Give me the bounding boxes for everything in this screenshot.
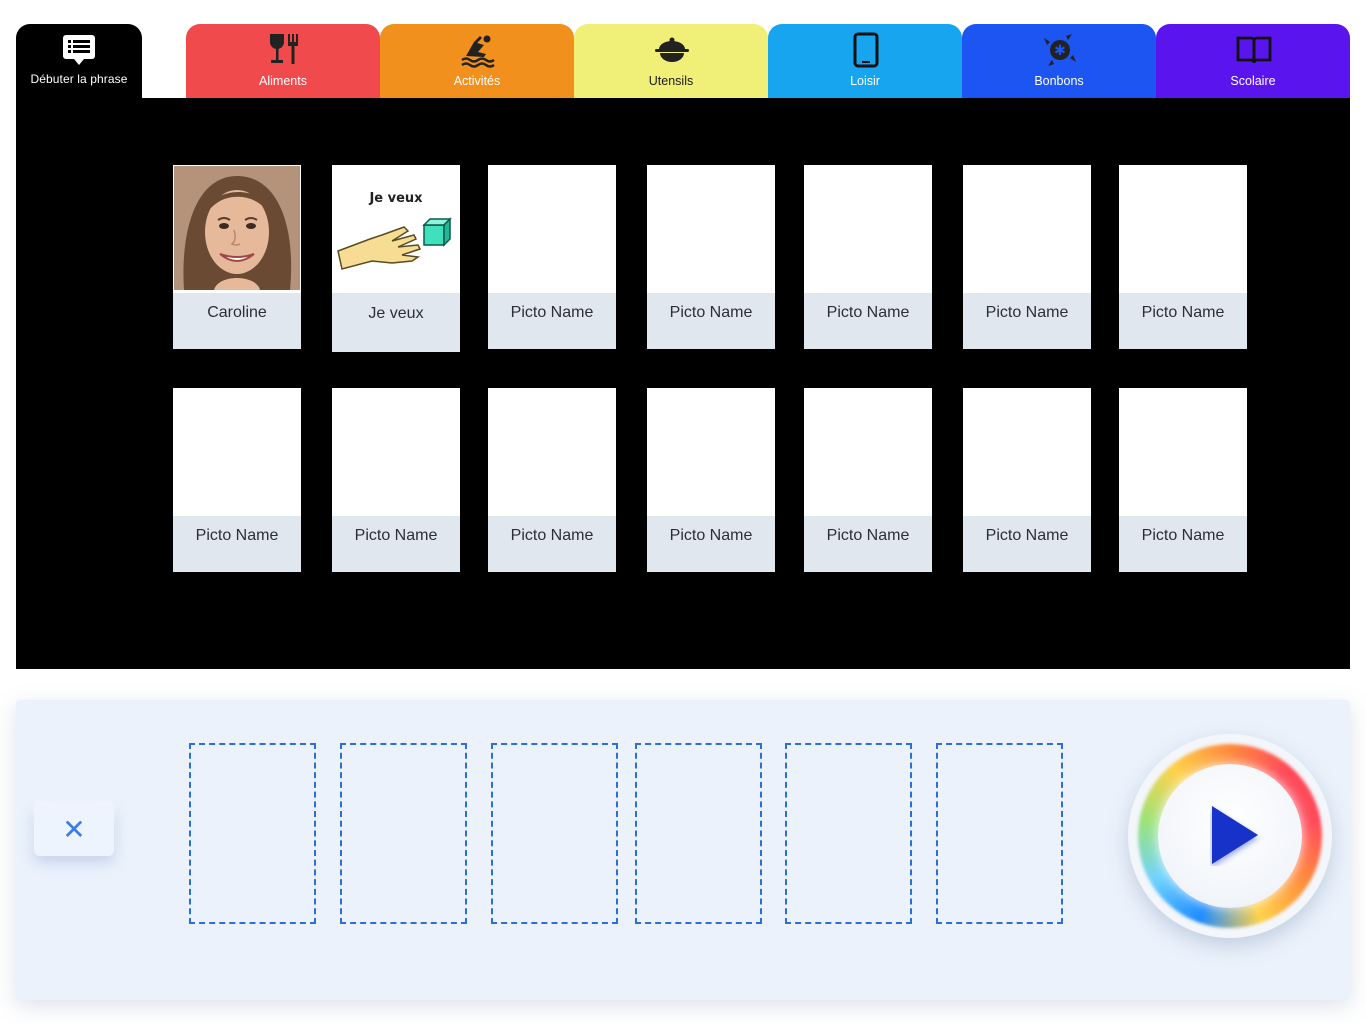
message-list-icon: [63, 35, 95, 65]
sentence-slot[interactable]: [189, 743, 316, 924]
tab-activites[interactable]: Activités: [380, 24, 574, 100]
picto-image-placeholder: [804, 165, 932, 293]
je-veux-pictogram: Je veux: [332, 165, 460, 293]
picto-card[interactable]: Picto Name: [332, 388, 460, 572]
sentence-slot[interactable]: [785, 743, 912, 924]
tab-bonbons[interactable]: ✱ Bonbons: [962, 24, 1156, 100]
sentence-slot[interactable]: [936, 743, 1063, 924]
picto-card[interactable]: Picto Name: [804, 388, 932, 572]
picto-name: Caroline: [173, 293, 301, 349]
play-icon: [1212, 806, 1258, 864]
picto-card[interactable]: Picto Name: [804, 165, 932, 349]
tab-scolaire[interactable]: Scolaire: [1156, 24, 1350, 100]
sentence-strip: ✕: [16, 700, 1350, 1000]
sentence-slot[interactable]: [635, 743, 762, 924]
picto-card[interactable]: Picto Name: [963, 388, 1091, 572]
picto-name: Picto Name: [173, 516, 301, 572]
picto-name: Picto Name: [1119, 293, 1247, 349]
picto-image-placeholder: [1119, 388, 1247, 516]
picto-name: Je veux: [332, 293, 460, 352]
tab-utensils[interactable]: Utensils: [574, 24, 768, 100]
picto-name: Picto Name: [488, 516, 616, 572]
activity-icon: [461, 35, 495, 68]
picto-card[interactable]: Picto Name: [488, 388, 616, 572]
picto-name: Picto Name: [804, 516, 932, 572]
person-photo-art: [174, 166, 300, 290]
picto-card[interactable]: Picto Name: [647, 165, 775, 349]
person-photo: [174, 166, 300, 290]
picto-image-placeholder: [1119, 165, 1247, 293]
picto-image-placeholder: [963, 388, 1091, 516]
picto-image-placeholder: [963, 165, 1091, 293]
close-icon: ✕: [62, 814, 86, 845]
tab-loisir[interactable]: Loisir: [768, 24, 962, 100]
tablet-icon: [853, 32, 879, 68]
sentence-slot[interactable]: [491, 743, 618, 924]
picto-name: Picto Name: [488, 293, 616, 349]
hand-reaching-icon: [337, 217, 452, 270]
tab-label: Bonbons: [1034, 74, 1084, 88]
play-sentence-button[interactable]: [1128, 734, 1332, 938]
start-sentence-label: Débuter la phrase: [30, 72, 128, 86]
picto-card[interactable]: Picto Name: [647, 388, 775, 572]
tab-label: Activités: [453, 74, 501, 88]
picto-image-placeholder: [488, 388, 616, 516]
picto-name: Picto Name: [1119, 516, 1247, 572]
picto-image-placeholder: [332, 388, 460, 516]
play-button-face: [1158, 764, 1302, 908]
picto-name: Picto Name: [963, 293, 1091, 349]
picto-image-placeholder: [488, 165, 616, 293]
candy-icon: ✱: [1044, 34, 1076, 66]
picto-card[interactable]: Picto Name: [1119, 165, 1247, 349]
picto-name: Picto Name: [647, 516, 775, 572]
picto-name: Picto Name: [332, 516, 460, 572]
picto-name: Picto Name: [963, 516, 1091, 572]
pictogram-board: Caroline Je veux Je veux Picto Name Pict…: [16, 98, 1350, 669]
tab-label: Aliments: [259, 74, 307, 88]
picto-card-caroline[interactable]: Caroline: [173, 165, 301, 349]
svg-text:✱: ✱: [1054, 43, 1066, 59]
picto-card[interactable]: Picto Name: [963, 165, 1091, 349]
picto-card-je-veux[interactable]: Je veux Je veux: [332, 165, 460, 352]
picto-name: Picto Name: [647, 293, 775, 349]
picto-image-placeholder: [804, 388, 932, 516]
cooking-pot-icon: [655, 37, 689, 62]
tab-label: Loisir: [850, 74, 880, 88]
clear-sentence-button[interactable]: ✕: [34, 804, 114, 856]
tab-label: Utensils: [648, 74, 694, 88]
tab-label: Scolaire: [1230, 74, 1276, 88]
picto-name: Picto Name: [804, 293, 932, 349]
food-drink-icon: [270, 34, 298, 64]
sentence-slot[interactable]: [340, 743, 467, 924]
picto-image-placeholder: [173, 388, 301, 516]
picto-card[interactable]: Picto Name: [1119, 388, 1247, 572]
picto-image-placeholder: [647, 388, 775, 516]
open-book-icon: [1236, 36, 1272, 64]
picto-card[interactable]: Picto Name: [173, 388, 301, 572]
start-sentence-tab[interactable]: Débuter la phrase: [16, 24, 142, 100]
picto-image-placeholder: [647, 165, 775, 293]
tab-aliments[interactable]: Aliments: [186, 24, 380, 100]
picto-card[interactable]: Picto Name: [488, 165, 616, 349]
